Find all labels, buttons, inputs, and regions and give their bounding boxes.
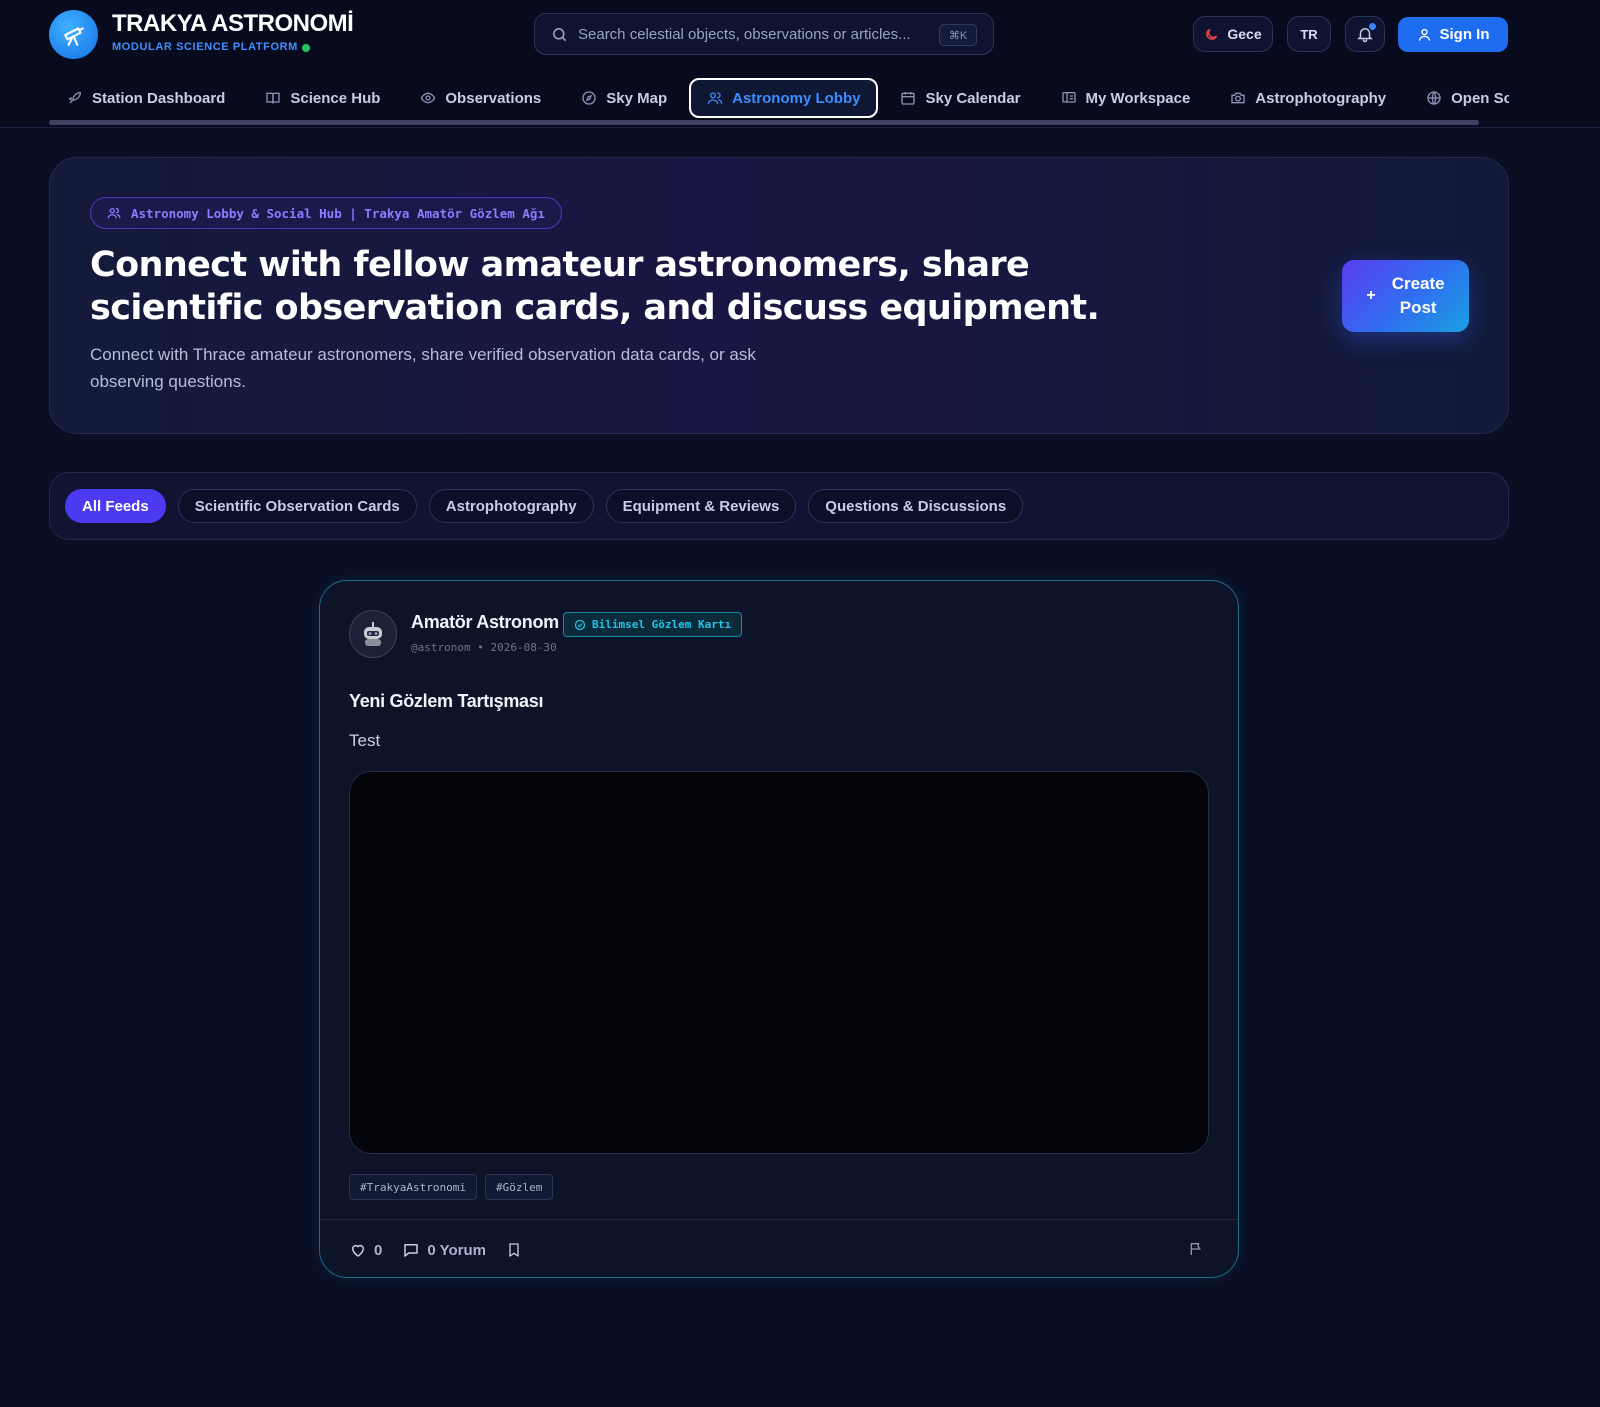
notifications-button[interactable]: [1345, 16, 1385, 52]
theme-label: Gece: [1227, 26, 1262, 42]
create-post-label: Create Post: [1392, 272, 1445, 320]
nav-label: Sky Map: [606, 89, 668, 107]
verified-badge-label: Bilimsel Gözlem Kartı: [592, 618, 732, 631]
eye-icon: [420, 92, 436, 104]
compass-icon: [582, 91, 596, 105]
post-tags: #TrakyaAstronomi #Gözlem: [349, 1174, 554, 1200]
post-image[interactable]: [349, 771, 1209, 1154]
post-meta: @astronom • 2026-08-30: [411, 641, 557, 654]
like-count: 0: [374, 1241, 383, 1259]
nav-label: My Workspace: [1085, 89, 1191, 107]
page-title: Connect with fellow amateur astronomers,…: [90, 245, 1100, 328]
flag-icon: [1190, 1243, 1201, 1255]
verified-badge: Bilimsel Gözlem Kartı: [563, 612, 743, 637]
filter-astrophotography[interactable]: Astrophotography: [428, 489, 594, 523]
nav-scrollbar[interactable]: [49, 120, 1479, 125]
avatar[interactable]: [349, 610, 397, 658]
search-icon: [553, 27, 566, 41]
like-button[interactable]: 0: [349, 1241, 382, 1259]
nav-sky-calendar[interactable]: Sky Calendar: [882, 78, 1038, 118]
create-label-line1: Create: [1391, 274, 1445, 293]
hero-badge: Astronomy Lobby & Social Hub | Trakya Am…: [90, 197, 562, 229]
divider: [320, 1219, 1238, 1220]
nav-label: Open Science Sourc: [1451, 89, 1509, 107]
post-actions: 0 0 Yorum: [349, 1241, 522, 1259]
nav-observations[interactable]: Observations: [402, 78, 559, 118]
user-icon: [1418, 28, 1430, 41]
users-icon: [707, 92, 723, 104]
filter-equipment-reviews[interactable]: Equipment & Reviews: [605, 489, 797, 523]
create-label-line2: Post: [1399, 298, 1437, 317]
bookmark-button[interactable]: [506, 1241, 522, 1259]
telescope-icon: [63, 26, 84, 46]
sign-in-label: Sign In: [1439, 26, 1490, 43]
camera-icon: [1231, 92, 1245, 104]
brand-title[interactable]: TRAKYA ASTRONOMİ: [112, 10, 354, 38]
comment-button[interactable]: 0 Yorum: [402, 1241, 486, 1259]
tag[interactable]: #TrakyaAstronomi: [349, 1174, 477, 1200]
theme-toggle-button[interactable]: Gece: [1193, 16, 1273, 52]
calendar-icon: [901, 92, 916, 105]
filter-observation-cards[interactable]: Scientific Observation Cards: [177, 489, 417, 523]
nav-astronomy-lobby[interactable]: Astronomy Lobby: [689, 78, 879, 118]
brand-subtitle: MODULAR SCIENCE PLATFORM: [112, 41, 298, 53]
comment-count: 0 Yorum: [427, 1241, 486, 1259]
logo[interactable]: [49, 10, 98, 59]
create-post-button[interactable]: + Create Post: [1342, 260, 1469, 332]
users-icon: [107, 207, 121, 219]
hero-panel: Astronomy Lobby & Social Hub | Trakya Am…: [49, 157, 1509, 434]
filter-all-feeds[interactable]: All Feeds: [65, 489, 166, 523]
book-icon: [266, 92, 281, 104]
nav-label: Sky Calendar: [925, 89, 1021, 107]
hero-description: Connect with Thrace amateur astronomers,…: [90, 345, 756, 391]
nav-open-science-sources[interactable]: Open Science Sourc: [1408, 78, 1509, 118]
nav-sky-map[interactable]: Sky Map: [563, 78, 685, 118]
notification-dot: [1368, 22, 1377, 31]
post-card: Amatör Astronom Bilimsel Gözlem Kartı @a…: [319, 580, 1239, 1278]
nav-astrophotography[interactable]: Astrophotography: [1212, 78, 1404, 118]
post-title: Yeni Gözlem Tartışması: [349, 691, 544, 711]
heart-icon: [352, 1244, 364, 1257]
nav-label: Observations: [445, 89, 542, 107]
search-input[interactable]: Search celestial objects, observations o…: [534, 13, 994, 55]
sign-in-button[interactable]: Sign In: [1398, 17, 1508, 52]
search-shortcut: ⌘K: [939, 24, 977, 46]
robot-avatar-icon: [364, 622, 382, 646]
nav-label: Station Dashboard: [92, 89, 226, 107]
check-circle-icon: [574, 619, 586, 630]
comment-icon: [404, 1244, 419, 1257]
nav-station-dashboard[interactable]: Station Dashboard: [49, 78, 243, 118]
nav-label: Astrophotography: [1255, 89, 1387, 107]
plus-icon: +: [1366, 287, 1376, 304]
language-button[interactable]: TR: [1287, 16, 1331, 52]
nav-science-hub[interactable]: Science Hub: [247, 78, 398, 118]
nav-label: Astronomy Lobby: [732, 89, 861, 107]
post-body: Test: [349, 731, 381, 750]
post-author[interactable]: Amatör Astronom: [411, 612, 559, 633]
main-nav: Station Dashboard Science Hub Observatio…: [49, 76, 1509, 120]
top-header: TRAKYA ASTRONOMİ MODULAR SCIENCE PLATFOR…: [0, 0, 1600, 128]
workspace-icon: [1061, 92, 1076, 103]
tag[interactable]: #Gözlem: [484, 1174, 554, 1200]
nav-label: Science Hub: [290, 89, 381, 107]
moon-icon: [1206, 28, 1218, 40]
status-dot: [302, 44, 310, 52]
hero-badge-label: Astronomy Lobby & Social Hub | Trakya Am…: [131, 205, 545, 221]
report-button[interactable]: [1188, 1241, 1204, 1262]
feed-filter-bar: All Feeds Scientific Observation Cards A…: [49, 472, 1509, 540]
nav-my-workspace[interactable]: My Workspace: [1043, 78, 1209, 118]
rocket-icon: [68, 91, 82, 104]
search-placeholder: Search celestial objects, observations o…: [578, 25, 911, 43]
filter-questions-discussions[interactable]: Questions & Discussions: [808, 489, 1024, 523]
globe-icon: [1427, 91, 1441, 105]
bookmark-icon: [509, 1243, 519, 1257]
